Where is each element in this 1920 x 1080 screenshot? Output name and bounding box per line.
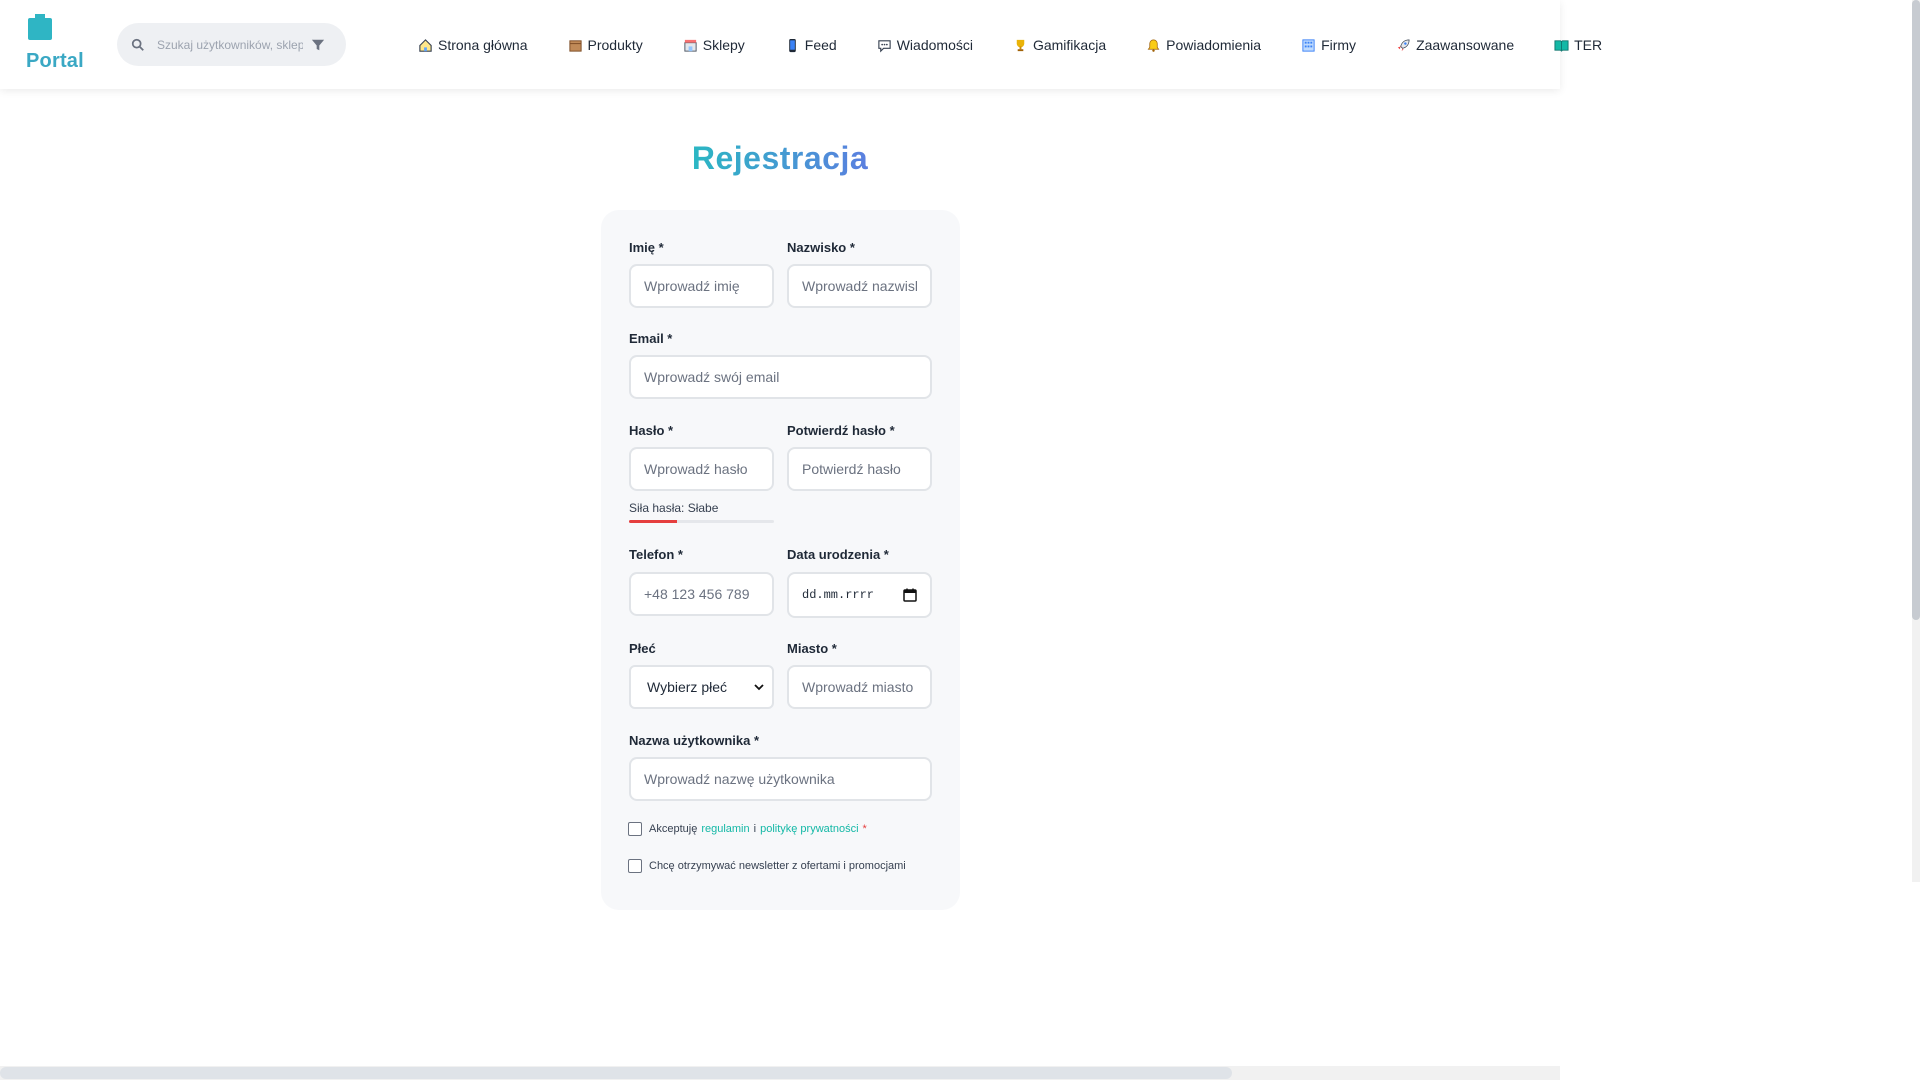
- nav-item-advanced[interactable]: Zaawansowane: [1396, 37, 1514, 53]
- last-name-label: Nazwisko *: [787, 240, 855, 255]
- phone-label: Telefon *: [629, 547, 683, 562]
- bell-icon: [1147, 38, 1160, 52]
- city-input[interactable]: [787, 665, 932, 709]
- first-name-label: Imię *: [629, 240, 664, 255]
- nav-item-feed[interactable]: Feed: [785, 37, 837, 53]
- horizontal-scrollbar-thumb[interactable]: [0, 1067, 1232, 1079]
- city-label: Miasto *: [787, 641, 837, 656]
- terms-link[interactable]: regulamin: [701, 823, 749, 835]
- search-input[interactable]: [157, 37, 303, 52]
- main-nav: Strona główna Produkty Sklepy Feed Wiado…: [418, 34, 1642, 56]
- nav-label: Wiadomości: [896, 37, 973, 53]
- horizontal-scrollbar[interactable]: [0, 1066, 1560, 1080]
- search-icon: [131, 38, 144, 51]
- gender-select[interactable]: Wybierz płeć: [629, 665, 774, 709]
- nav-label: Gamifikacja: [1032, 37, 1107, 53]
- logo-text: Portal: [26, 50, 84, 72]
- book-icon: [1554, 39, 1569, 52]
- phone-icon: [789, 38, 796, 52]
- last-name-input[interactable]: [787, 264, 932, 308]
- email-input[interactable]: [629, 355, 932, 399]
- password-strength-text: Siła hasła: Słabe: [629, 501, 719, 515]
- phone-input[interactable]: [629, 572, 774, 616]
- terms-middle: i: [753, 823, 757, 835]
- password-input[interactable]: [629, 447, 774, 491]
- nav-item-products[interactable]: Produkty: [568, 37, 643, 53]
- box-icon: [568, 39, 582, 52]
- terms-prefix: Akceptuję: [649, 823, 698, 835]
- nav-label: Feed: [804, 37, 837, 53]
- birth-date-input[interactable]: dd.mm.rrrr: [787, 572, 932, 618]
- building-icon: [1302, 38, 1315, 52]
- nav-label: Firmy: [1321, 37, 1357, 53]
- nav-item-home[interactable]: Strona główna: [418, 37, 528, 53]
- chat-icon: [878, 39, 891, 52]
- vertical-scrollbar[interactable]: [1912, 0, 1920, 882]
- nav-label: Powiadomienia: [1166, 37, 1262, 53]
- rocket-icon: [1397, 38, 1410, 51]
- terms-checkbox[interactable]: [628, 822, 642, 836]
- nav-item-companies[interactable]: Firmy: [1301, 37, 1356, 53]
- nav-label: Produkty: [587, 37, 643, 53]
- password-strength-bar: [629, 520, 774, 523]
- chevron-down-icon: [754, 684, 764, 691]
- newsletter-checkbox-row: Chcę otrzymywać newsletter z ofertami i …: [628, 859, 906, 873]
- nav-label: Zaawansowane: [1416, 37, 1515, 53]
- page-title: Rejestracja: [691, 140, 869, 176]
- privacy-link[interactable]: politykę prywatności: [760, 823, 858, 835]
- confirm-password-label: Potwierdź hasło *: [787, 423, 895, 438]
- first-name-input[interactable]: [629, 264, 774, 308]
- birth-date-label: Data urodzenia *: [787, 547, 889, 562]
- username-label: Nazwa użytkownika *: [629, 733, 760, 748]
- nav-item-gamification[interactable]: Gamifikacja: [1013, 37, 1106, 53]
- password-strength-fill: [629, 520, 677, 523]
- email-label: Email *: [629, 331, 673, 346]
- newsletter-label: Chcę otrzymywać newsletter z ofertami i …: [649, 860, 906, 872]
- confirm-password-input[interactable]: [787, 447, 932, 491]
- password-label: Hasło *: [629, 423, 674, 438]
- nav-item-messages[interactable]: Wiadomości: [877, 37, 973, 53]
- search-bar: [117, 23, 346, 66]
- gender-selected-value: Wybierz płeć: [647, 679, 728, 695]
- vertical-scrollbar-thumb[interactable]: [1912, 0, 1920, 620]
- username-input[interactable]: [629, 757, 932, 801]
- nav-item-stores[interactable]: Sklepy: [683, 37, 745, 53]
- home-icon: [419, 38, 432, 52]
- terms-checkbox-row: Akceptuję regulamin i politykę prywatnoś…: [628, 822, 867, 836]
- calendar-icon[interactable]: [903, 588, 917, 602]
- top-navbar: Portal Strona główna Produkty Sklepy Fee…: [0, 0, 1602, 89]
- newsletter-checkbox[interactable]: [628, 859, 642, 873]
- filter-icon[interactable]: [311, 38, 325, 52]
- terms-required-mark: *: [862, 823, 867, 835]
- nav-label: Strona główna: [438, 37, 528, 53]
- nav-label: Sklepy: [702, 37, 745, 53]
- nav-item-notifications[interactable]: Powiadomienia: [1146, 37, 1261, 53]
- store-icon: [684, 39, 697, 52]
- birth-date-placeholder: dd.mm.rrrr: [802, 588, 875, 602]
- gender-label: Płeć: [629, 641, 656, 656]
- trophy-icon: [1016, 39, 1025, 51]
- nav-label: TER: [1574, 37, 1603, 53]
- nav-item-ter[interactable]: TER: [1554, 37, 1602, 53]
- logo-icon: [28, 14, 52, 40]
- logo[interactable]: Portal: [26, 14, 96, 74]
